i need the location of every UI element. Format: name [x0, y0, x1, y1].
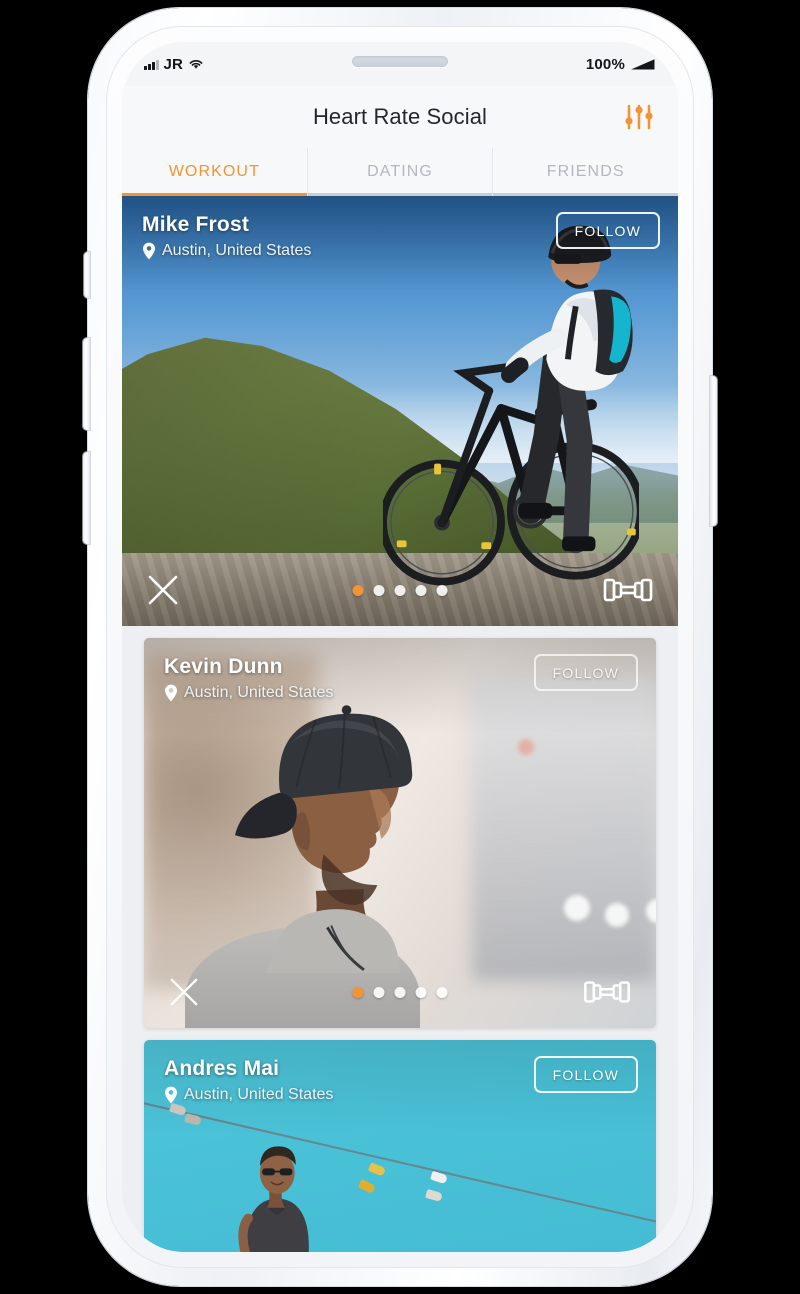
pager-dots[interactable] [352, 584, 448, 596]
pager-dots[interactable] [352, 986, 448, 998]
phone-screen: JR 100% Heart Rate Social WORKOUT DATING… [122, 42, 678, 1252]
user-name: Kevin Dunn [164, 655, 283, 678]
pager-dot-4[interactable] [415, 986, 427, 998]
phone-frame: JR 100% Heart Rate Social WORKOUT DATING… [83, 8, 717, 1286]
tab-bar: WORKOUT DATING FRIENDS [122, 148, 678, 196]
power-button[interactable] [710, 376, 717, 526]
follow-button[interactable]: FOLLOW [533, 1056, 638, 1093]
follow-button[interactable]: FOLLOW [533, 654, 638, 691]
card-header: Mike Frost Austin, United States FOLLOW [142, 212, 660, 260]
battery-full-icon [630, 58, 656, 71]
dumbbell-icon[interactable] [582, 976, 632, 1008]
page-title: Heart Rate Social [312, 104, 488, 129]
feed-card-andres-mai[interactable]: Andres Mai Austin, United States FOLLOW [144, 1040, 656, 1252]
card-header: Andres Mai Austin, United States FOLLOW [164, 1056, 638, 1104]
tab-dating[interactable]: DATING [306, 148, 493, 196]
map-pin-icon [142, 242, 156, 260]
pager-dot-2[interactable] [373, 986, 385, 998]
battery-percent-label: 100% [585, 55, 625, 73]
app-header: Heart Rate Social [122, 86, 678, 148]
user-name: Andres Mai [164, 1057, 280, 1080]
follow-button[interactable]: FOLLOW [555, 212, 660, 249]
tab-friends[interactable]: FRIENDS [492, 148, 678, 196]
wifi-icon [188, 58, 204, 70]
dumbbell-icon[interactable] [602, 573, 654, 607]
volume-down-button[interactable] [83, 452, 90, 544]
close-x-icon[interactable] [168, 976, 200, 1008]
pager-dot-3[interactable] [394, 584, 406, 596]
pager-dot-5[interactable] [436, 986, 448, 998]
mute-switch[interactable] [84, 252, 90, 298]
user-location: Austin, United States [184, 684, 334, 702]
filter-button[interactable] [620, 100, 658, 134]
carrier-label: JR [163, 55, 184, 73]
pager-dot-5[interactable] [436, 584, 448, 596]
tab-workout-label: WORKOUT [168, 163, 260, 180]
card-user-info: Mike Frost Austin, United States [142, 212, 311, 260]
user-location: Austin, United States [184, 1086, 334, 1104]
map-pin-icon [164, 684, 178, 702]
signal-bars-icon [144, 59, 159, 70]
close-x-icon[interactable] [146, 573, 180, 607]
status-bar: JR 100% [122, 42, 678, 86]
tab-workout[interactable]: WORKOUT [122, 148, 307, 196]
volume-up-button[interactable] [83, 338, 90, 430]
feed-list[interactable]: Mike Frost Austin, United States FOLLOW … [122, 196, 678, 1252]
pager-dot-2[interactable] [373, 584, 385, 596]
user-location: Austin, United States [162, 242, 312, 260]
pager-dot-4[interactable] [415, 584, 427, 596]
card-user-info: Kevin Dunn Austin, United States [164, 654, 333, 702]
sliders-icon [624, 103, 654, 131]
card-footer [144, 956, 656, 1028]
user-name: Mike Frost [142, 213, 250, 236]
card-footer [122, 554, 678, 626]
pager-dot-1[interactable] [352, 584, 364, 596]
feed-card-kevin-dunn[interactable]: Kevin Dunn Austin, United States FOLLOW [144, 638, 656, 1028]
pager-dot-1[interactable] [352, 986, 364, 998]
map-pin-icon [164, 1086, 178, 1104]
card-user-info: Andres Mai Austin, United States [164, 1056, 333, 1104]
tab-dating-label: DATING [367, 163, 433, 180]
card-header: Kevin Dunn Austin, United States FOLLOW [164, 654, 638, 702]
feed-card-mike-frost[interactable]: Mike Frost Austin, United States FOLLOW [122, 196, 678, 626]
tab-friends-label: FRIENDS [546, 163, 625, 180]
pager-dot-3[interactable] [394, 986, 406, 998]
